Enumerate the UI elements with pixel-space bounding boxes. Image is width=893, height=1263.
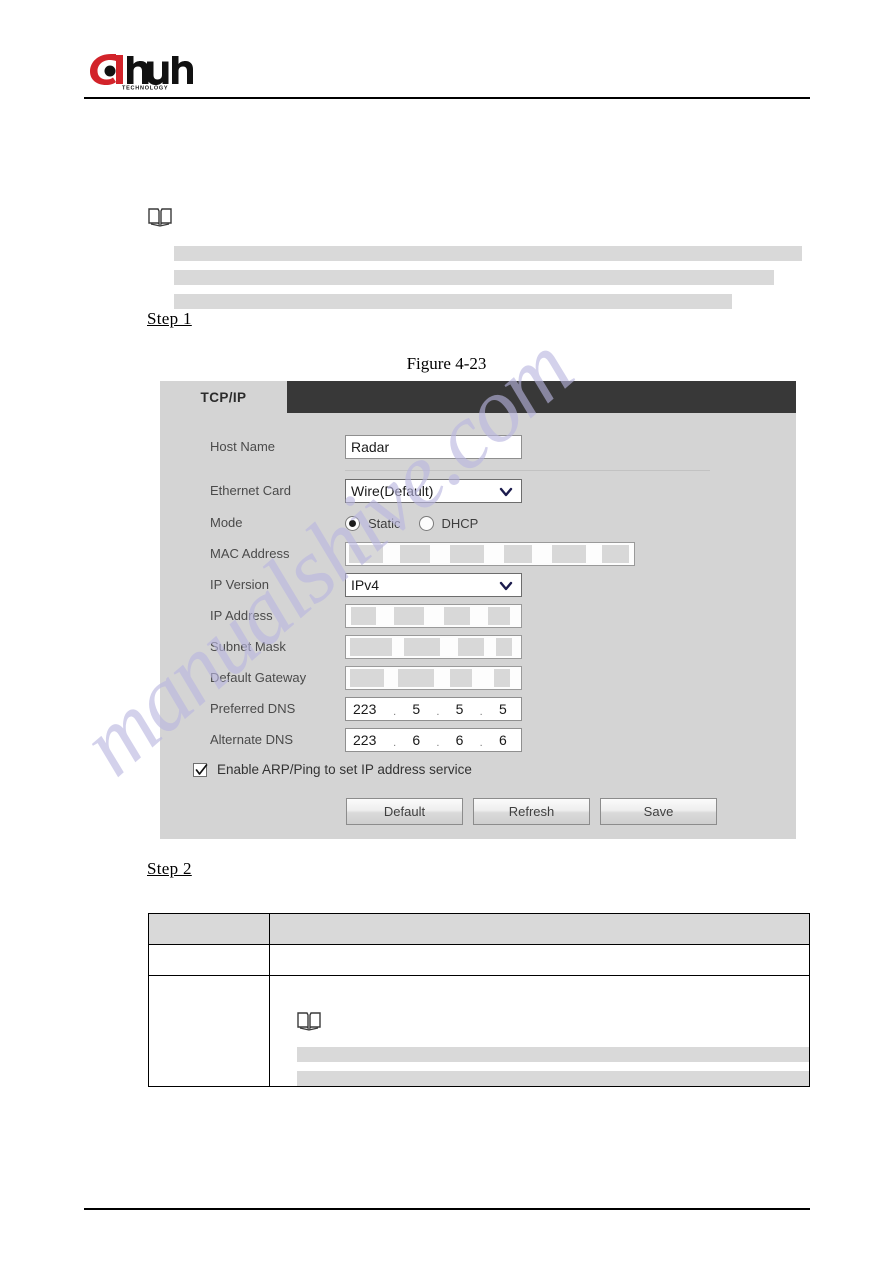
redacted-text-line <box>174 246 802 261</box>
refresh-button[interactable]: Refresh <box>473 798 590 825</box>
ip-dot-separator: . <box>393 736 397 749</box>
form-row-alternate-dns: Alternate DNS 223 . 6 . 6 . 6 <box>160 728 796 752</box>
ip-dot-separator: . <box>436 705 440 718</box>
preferred-dns-octet-1: 223 <box>353 701 377 717</box>
default-gateway-input[interactable] <box>345 666 522 690</box>
mode-label: Mode <box>210 515 243 530</box>
table-cell-parameter <box>148 975 270 1087</box>
table-header-cell-parameter <box>148 913 270 945</box>
ip-address-input[interactable] <box>345 604 522 628</box>
table-cell-description <box>269 944 810 976</box>
table-cell-description <box>269 975 810 1087</box>
step-1-label: Step 1 <box>147 309 192 328</box>
redacted-text-line <box>174 294 732 309</box>
ip-dot-separator: . <box>393 705 397 718</box>
form-row-ethernet-card: Ethernet Card Wire(Default) <box>160 479 796 503</box>
form-row-mac-address: MAC Address <box>160 542 796 566</box>
arp-ping-checkbox-row[interactable]: Enable ARP/Ping to set IP address servic… <box>193 762 472 777</box>
radio-dhcp[interactable] <box>418 515 434 531</box>
form-row-host-name: Host Name Radar <box>160 435 796 459</box>
redacted-text-line <box>174 270 774 285</box>
form-row-subnet-mask: Subnet Mask <box>160 635 796 659</box>
ip-version-select[interactable]: IPv4 <box>345 573 522 597</box>
host-name-label: Host Name <box>210 439 276 454</box>
form-row-preferred-dns: Preferred DNS 223 . 5 . 5 . 5 <box>160 697 796 721</box>
chevron-down-icon <box>499 581 513 591</box>
figure-caption: Figure 4-23 <box>406 354 487 373</box>
alternate-dns-input[interactable]: 223 . 6 . 6 . 6 <box>345 728 522 752</box>
host-name-input[interactable]: Radar <box>345 435 522 459</box>
ethernet-card-value: Wire(Default) <box>351 483 434 499</box>
table-row <box>148 944 810 976</box>
ip-dot-separator: . <box>436 736 440 749</box>
note-block-table <box>270 976 809 1086</box>
subnet-mask-input[interactable] <box>345 635 522 659</box>
check-icon <box>195 763 208 775</box>
alternate-dns-octet-3: 6 <box>455 732 464 748</box>
ip-dot-separator: . <box>479 736 483 749</box>
note-book-icon <box>297 1012 321 1031</box>
preferred-dns-octet-3: 5 <box>455 701 464 717</box>
preferred-dns-octet-2: 5 <box>412 701 421 717</box>
ethernet-card-label: Ethernet Card <box>210 483 291 498</box>
save-button[interactable]: Save <box>600 798 717 825</box>
panel-header-bar <box>287 381 796 413</box>
step-2-label: Step 2 <box>147 859 192 878</box>
table-header-row <box>148 913 810 945</box>
alternate-dns-octet-1: 223 <box>353 732 377 748</box>
arp-ping-checkbox-label: Enable ARP/Ping to set IP address servic… <box>217 762 472 777</box>
alternate-dns-octet-4: 6 <box>498 732 507 748</box>
table-row <box>148 975 810 1087</box>
redacted-text-line <box>297 1071 809 1086</box>
tab-tcpip[interactable]: TCP/IP <box>160 381 287 413</box>
redacted-text-line <box>297 1047 809 1062</box>
radio-static[interactable] <box>345 515 360 531</box>
radio-static-label: Static <box>368 515 401 531</box>
mac-address-input[interactable] <box>345 542 635 566</box>
dahua-logo: TECHNOLOGY <box>88 50 193 90</box>
form-row-mode: Mode Static DHCP <box>160 511 796 535</box>
form-row-ip-version: IP Version IPv4 <box>160 573 796 597</box>
note-book-icon <box>148 208 172 227</box>
dahua-logo-mark: TECHNOLOGY <box>90 54 193 91</box>
alternate-dns-label: Alternate DNS <box>210 732 294 747</box>
alternate-dns-octet-2: 6 <box>412 732 421 748</box>
radio-dhcp-label: DHCP <box>441 515 479 531</box>
subnet-mask-label: Subnet Mask <box>210 639 286 654</box>
form-row-default-gateway: Default Gateway <box>160 666 796 690</box>
ip-dot-separator: . <box>479 705 483 718</box>
form-section-divider <box>345 470 710 471</box>
ip-version-value: IPv4 <box>351 577 380 593</box>
table-header-cell-description <box>269 913 810 945</box>
ethernet-card-select[interactable]: Wire(Default) <box>345 479 522 503</box>
table-cell-parameter <box>148 944 270 976</box>
ip-address-label: IP Address <box>210 608 273 623</box>
arp-ping-checkbox[interactable] <box>193 762 208 777</box>
chevron-down-icon <box>499 487 513 497</box>
parameter-description-table <box>148 913 810 1087</box>
note-line-group <box>297 1047 809 1086</box>
preferred-dns-input[interactable]: 223 . 5 . 5 . 5 <box>345 697 522 721</box>
ip-version-label: IP Version <box>210 577 270 592</box>
footer-divider <box>84 1208 810 1210</box>
panel-tab-bar: TCP/IP <box>160 381 796 413</box>
default-gateway-label: Default Gateway <box>210 670 307 685</box>
note-block-top <box>147 206 807 309</box>
header-divider <box>84 97 810 99</box>
preferred-dns-octet-4: 5 <box>498 701 507 717</box>
tcpip-settings-panel: TCP/IP Host Name Radar Ethernet Card Wir… <box>160 381 796 839</box>
form-row-ip-address: IP Address <box>160 604 796 628</box>
panel-button-row: Default Refresh Save <box>346 798 717 825</box>
mac-address-label: MAC Address <box>210 546 290 561</box>
default-button[interactable]: Default <box>346 798 463 825</box>
preferred-dns-label: Preferred DNS <box>210 701 296 716</box>
page-header: TECHNOLOGY <box>0 0 893 110</box>
logo-technology-text: TECHNOLOGY <box>122 86 168 91</box>
note-line-group <box>174 246 807 309</box>
